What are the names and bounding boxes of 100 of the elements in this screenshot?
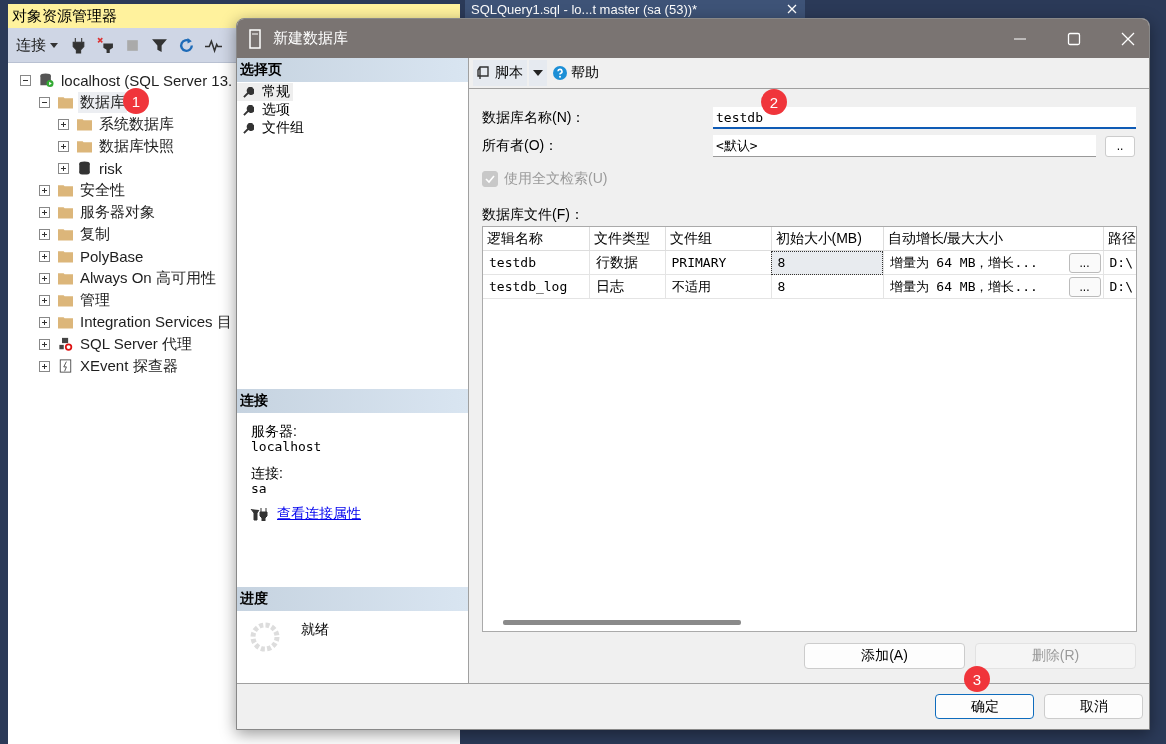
connect-button[interactable]: 连接 bbox=[16, 35, 63, 55]
name-field[interactable]: testdb bbox=[713, 107, 1136, 129]
tree-item[interactable]: 安全性 bbox=[78, 179, 127, 201]
folder-icon bbox=[58, 227, 73, 241]
table-cell[interactable]: testdb bbox=[483, 250, 589, 275]
checkbox-label: 使用全文检索(U) bbox=[504, 170, 608, 188]
page-item[interactable]: 文件组 bbox=[237, 119, 307, 137]
tree-item[interactable]: SQL Server 代理 bbox=[78, 333, 194, 355]
table-cell[interactable]: 增量为 64 MB，增长... bbox=[889, 253, 1038, 272]
files-label: 数据库文件(F)： bbox=[482, 206, 585, 224]
section-header: 连接 bbox=[237, 389, 468, 413]
server-value: localhost bbox=[251, 439, 323, 455]
folder-icon bbox=[58, 95, 73, 109]
tree-item[interactable]: 数据库 bbox=[78, 91, 127, 113]
expander-icon[interactable] bbox=[39, 316, 50, 328]
server-icon bbox=[39, 73, 54, 87]
expander-icon[interactable] bbox=[58, 118, 69, 130]
tree-item[interactable]: 系统数据库 bbox=[97, 113, 176, 135]
connection-properties-link[interactable]: 查看连接属性 bbox=[277, 505, 361, 523]
table-cell[interactable]: 日志 bbox=[589, 274, 665, 299]
spinner-icon bbox=[249, 621, 281, 653]
tree-item[interactable]: localhost (SQL Server 13. bbox=[59, 70, 235, 90]
browse-button[interactable]: .. bbox=[1105, 135, 1135, 157]
column-header[interactable]: 逻辑名称 bbox=[483, 227, 589, 251]
scrollbar[interactable] bbox=[503, 620, 741, 625]
close-icon[interactable] bbox=[1121, 31, 1135, 46]
folder-icon bbox=[77, 117, 92, 131]
disconnect-icon[interactable] bbox=[97, 36, 115, 54]
table-cell[interactable]: 不适用 bbox=[665, 274, 771, 299]
editor-tab[interactable]: SQLQuery1.sql - lo...t master (sa (53))* bbox=[465, 0, 805, 18]
caret-icon bbox=[50, 43, 59, 49]
table-cell[interactable]: 增量为 64 MB，增长... bbox=[889, 277, 1038, 296]
expander-icon[interactable] bbox=[39, 184, 50, 196]
column-header[interactable]: 初始大小(MB) bbox=[771, 227, 883, 251]
server-label: 服务器: bbox=[251, 423, 298, 439]
column-header[interactable]: 自动增长/最大大小 bbox=[883, 227, 1103, 251]
filter-icon[interactable] bbox=[151, 36, 169, 54]
expander-icon[interactable] bbox=[39, 294, 50, 306]
field-label: 所有者(O)： bbox=[482, 137, 560, 155]
table-cell[interactable]: 8 bbox=[771, 250, 883, 275]
expander-icon[interactable] bbox=[39, 250, 50, 262]
expander-icon[interactable] bbox=[39, 272, 50, 284]
page-item[interactable]: 选项 bbox=[237, 101, 293, 119]
tree-item[interactable]: XEvent 探查器 bbox=[78, 355, 180, 377]
plug-icon bbox=[249, 507, 269, 521]
help-button[interactable]: 帮助 bbox=[549, 60, 603, 86]
expander-icon[interactable] bbox=[39, 360, 50, 372]
agent-icon bbox=[58, 337, 73, 351]
progress-status: 就绪 bbox=[301, 621, 329, 639]
expander-icon[interactable] bbox=[20, 74, 31, 86]
page-item[interactable]: 常规 bbox=[237, 83, 293, 101]
tree-item[interactable]: 服务器对象 bbox=[78, 201, 157, 223]
expander-icon[interactable] bbox=[39, 228, 50, 240]
expander-icon[interactable] bbox=[58, 140, 69, 152]
column-header[interactable]: 路径 bbox=[1103, 227, 1136, 251]
field-label: 数据库名称(N)： bbox=[482, 109, 587, 127]
refresh-icon[interactable] bbox=[178, 36, 196, 54]
folder-icon bbox=[58, 183, 73, 197]
script-icon bbox=[477, 66, 489, 80]
expander-icon[interactable] bbox=[39, 338, 50, 350]
folder-icon bbox=[58, 293, 73, 307]
server-icon bbox=[249, 28, 261, 49]
folder-icon bbox=[77, 139, 92, 153]
section-header: 进度 bbox=[237, 587, 468, 611]
tree-item[interactable]: 数据库快照 bbox=[97, 135, 176, 157]
table-cell[interactable]: testdb_log bbox=[483, 274, 589, 299]
tree-item[interactable]: PolyBase bbox=[78, 246, 146, 266]
help-icon bbox=[553, 66, 567, 80]
expander-icon[interactable] bbox=[39, 96, 50, 108]
column-header[interactable]: 文件组 bbox=[665, 227, 771, 251]
table-cell[interactable]: 行数据 bbox=[589, 250, 665, 275]
profiler-icon bbox=[58, 359, 73, 373]
table-cell[interactable]: PRIMARY bbox=[665, 250, 771, 275]
browse-button[interactable]: ... bbox=[1068, 252, 1101, 273]
expander-icon[interactable] bbox=[39, 206, 50, 218]
script-button[interactable]: 脚本 bbox=[473, 60, 527, 86]
expander-icon[interactable] bbox=[58, 162, 69, 174]
activity-icon[interactable] bbox=[205, 36, 223, 54]
tree-item[interactable]: Integration Services 目 bbox=[78, 311, 234, 333]
column-header[interactable]: 文件类型 bbox=[589, 227, 665, 251]
folder-icon bbox=[58, 271, 73, 285]
folder-icon bbox=[58, 315, 73, 329]
owner-field[interactable]: <默认> bbox=[713, 135, 1096, 157]
ok-button[interactable]: 确定 bbox=[935, 694, 1034, 719]
dropdown-button[interactable] bbox=[529, 60, 547, 86]
table-cell[interactable]: D:\ bbox=[1103, 250, 1136, 275]
cancel-button[interactable]: 取消 bbox=[1044, 694, 1143, 719]
tree-item[interactable]: 管理 bbox=[78, 289, 112, 311]
caret-icon bbox=[533, 70, 543, 76]
table-cell[interactable]: D:\ bbox=[1103, 274, 1136, 299]
add-button[interactable]: 添加(A) bbox=[804, 643, 965, 669]
connection-value: sa bbox=[251, 481, 268, 497]
browse-button[interactable]: ... bbox=[1068, 276, 1101, 297]
table-cell[interactable]: 8 bbox=[771, 274, 883, 299]
tree-item[interactable]: 复制 bbox=[78, 223, 112, 245]
tree-item[interactable]: Always On 高可用性 bbox=[78, 267, 218, 289]
tree-item[interactable]: risk bbox=[97, 158, 125, 178]
maximize-icon[interactable] bbox=[1067, 31, 1081, 46]
close-icon[interactable] bbox=[787, 4, 797, 14]
connection-label: 连接: bbox=[251, 465, 284, 481]
